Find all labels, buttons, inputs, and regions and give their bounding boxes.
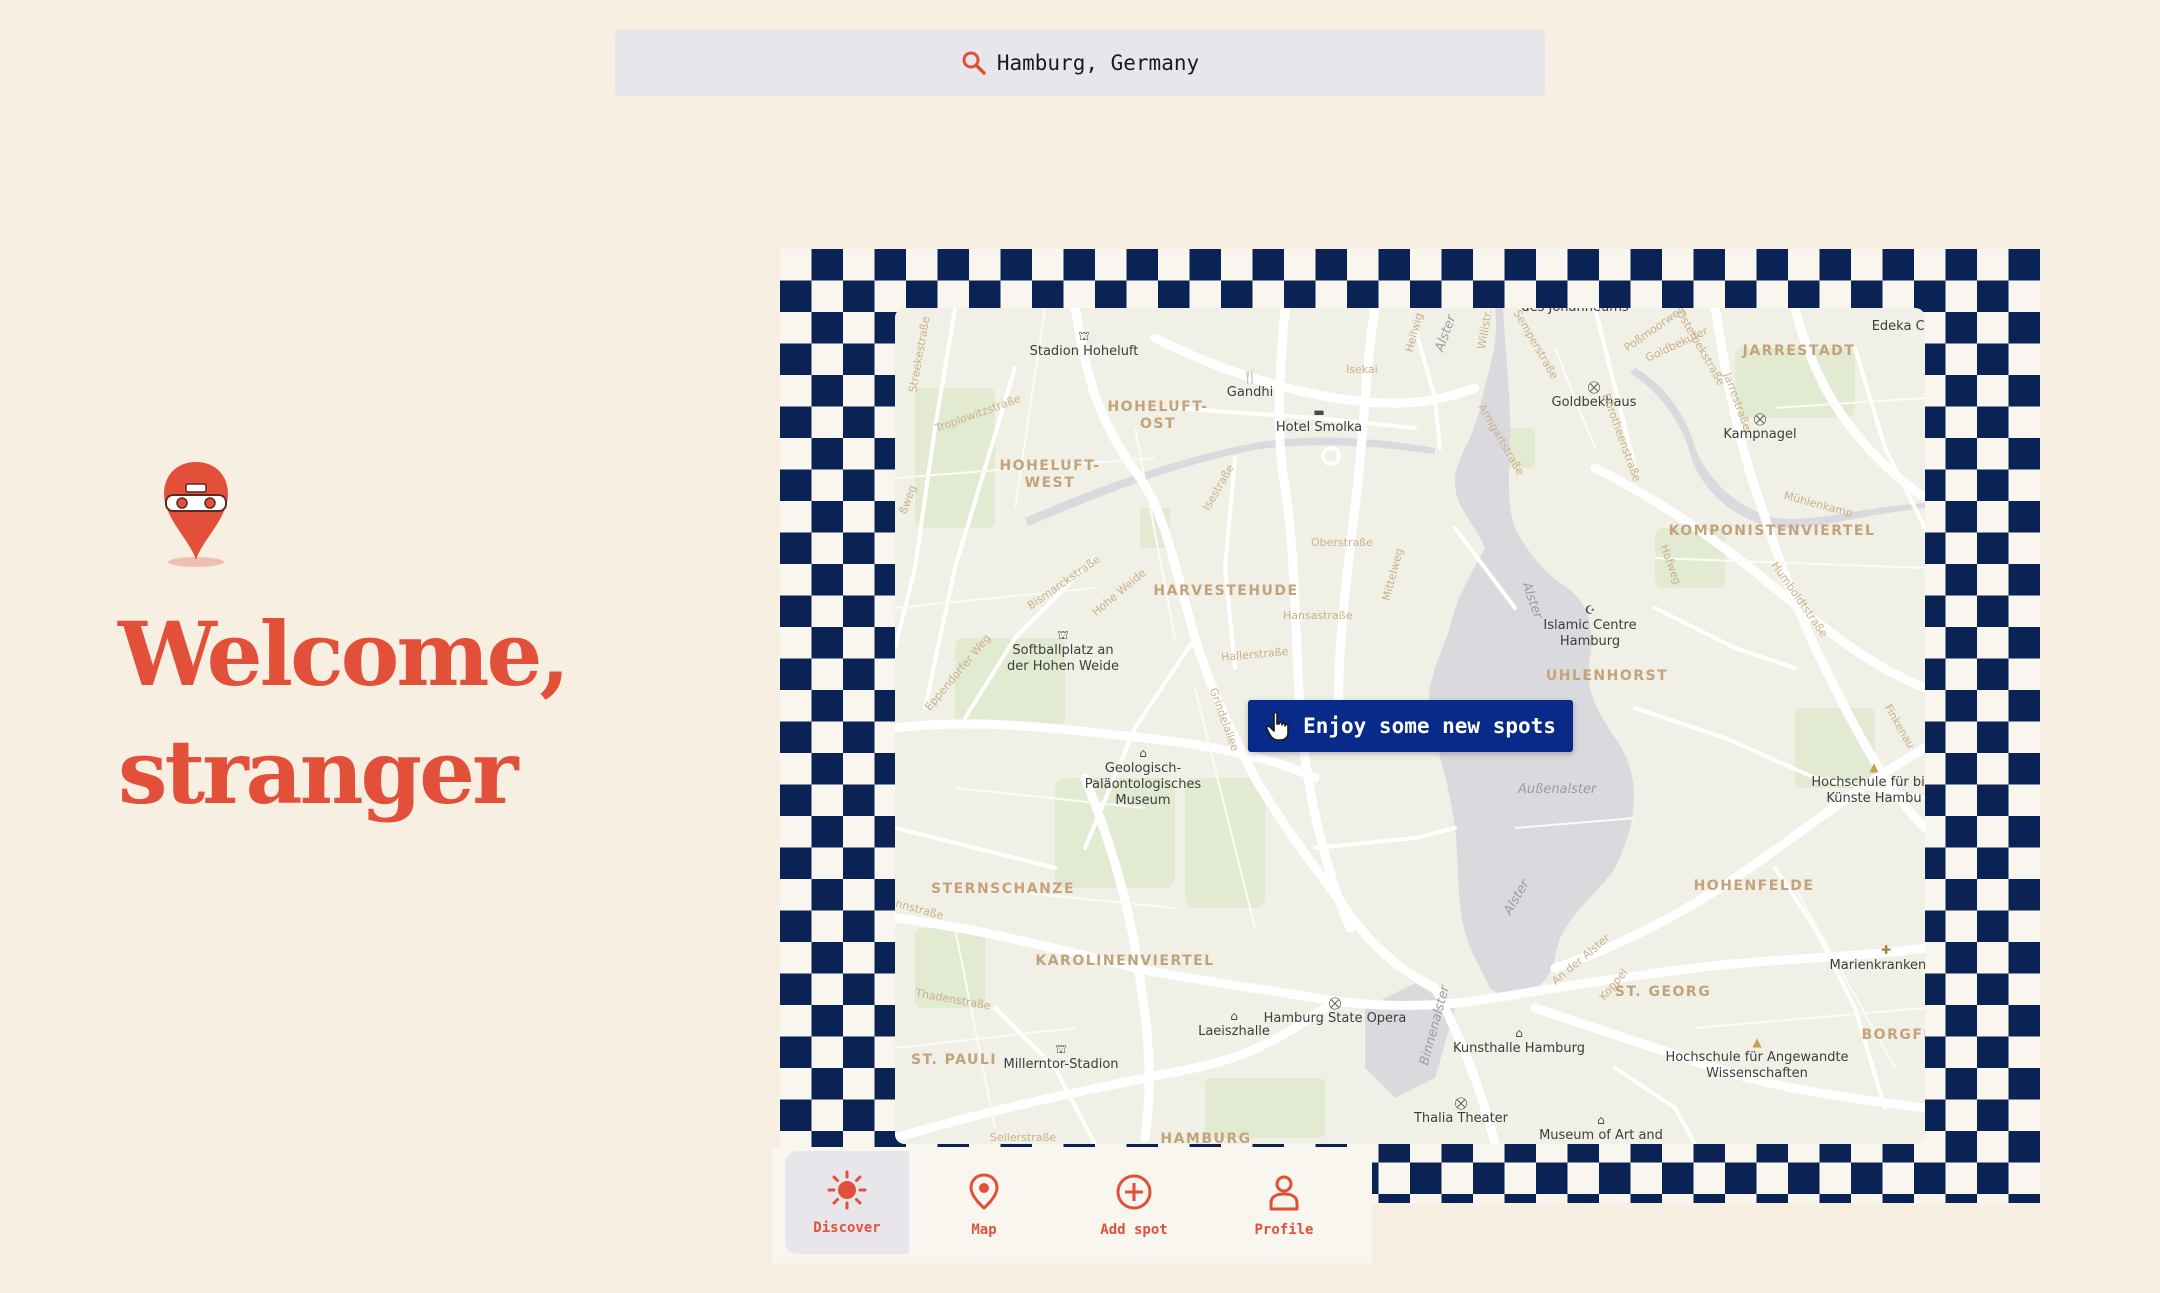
stadium-icon: ⛫ — [1078, 329, 1090, 343]
nav-discover[interactable]: Discover — [785, 1151, 909, 1254]
district-hohenfelde: HOHENFELDE — [1693, 878, 1815, 894]
enjoy-spots-label: Enjoy some new spots — [1303, 714, 1556, 738]
poi-top-cut[interactable]: des Johanneums — [1521, 308, 1628, 316]
poi-stadion-hoheluft[interactable]: ⛫ Stadion Hoheluft — [1030, 328, 1139, 360]
district-uhlenhorst: UHLENHORST — [1545, 668, 1669, 684]
plus-circle-icon — [1116, 1174, 1152, 1210]
map-pin-icon — [969, 1173, 999, 1210]
poi-geologisch[interactable]: ⌂ Geologisch- Paläontologisches Museum — [1085, 745, 1201, 809]
nav-add-spot[interactable]: Add spot — [1059, 1147, 1209, 1263]
poi-thalia[interactable]: ⛒ Thalia Theater — [1414, 1095, 1508, 1127]
water-aussenalster: Außenalster — [1518, 782, 1597, 797]
poi-museum-art[interactable]: ⌂ Museum of Art and — [1539, 1112, 1663, 1144]
theater-icon: ⛒ — [1328, 996, 1342, 1010]
district-karolinenviertel: KAROLINENVIERTEL — [1035, 953, 1215, 969]
nav-map-label: Map — [971, 1222, 997, 1238]
district-borgfelde: BORGFE — [1861, 1027, 1925, 1043]
poi-millerntor[interactable]: ⛫ Millerntor-Stadion — [1003, 1041, 1118, 1073]
welcome-line-2: stranger — [118, 720, 518, 824]
poi-state-opera[interactable]: ⛒ Hamburg State Opera — [1264, 995, 1407, 1027]
district-jarrestadt: JARRESTADT — [1742, 343, 1856, 359]
stadium-icon: ⛫ — [1057, 628, 1069, 642]
mosque-icon: ☪ — [1584, 603, 1596, 617]
theater-icon: ⛒ — [1587, 380, 1601, 394]
school-icon: ▲ — [1869, 760, 1879, 774]
poi-edeka[interactable]: Edeka Cl — [1872, 319, 1925, 335]
district-hoheluft-west: HOHELUFT- WEST — [999, 458, 1101, 491]
poi-kampnagel[interactable]: ⛒ Kampnagel — [1723, 411, 1796, 443]
museum-icon: ⌂ — [1515, 1026, 1523, 1040]
nav-add-spot-label: Add spot — [1100, 1222, 1168, 1238]
app-logo — [160, 460, 232, 572]
search-bar[interactable]: Hamburg, Germany — [615, 30, 1545, 96]
poi-goldbekhaus[interactable]: ⛒ Goldbekhaus — [1552, 379, 1637, 411]
nav-discover-label: Discover — [813, 1219, 881, 1236]
bottom-nav: Discover Map Add spot Profile — [772, 1147, 1372, 1263]
poi-hochschule-angewandte[interactable]: ▲ Hochschule für Angewandte Wissenschafte… — [1665, 1034, 1848, 1082]
hand-pointer-icon — [1266, 711, 1289, 741]
district-hamburg: HAMBURG — [1160, 1131, 1252, 1144]
nav-map[interactable]: Map — [909, 1147, 1059, 1263]
poi-islamic-centre[interactable]: ☪ Islamic Centre Hamburg — [1543, 602, 1636, 650]
enjoy-spots-button[interactable]: Enjoy some new spots — [1248, 700, 1573, 752]
restaurant-icon: 🍴 — [1242, 370, 1258, 384]
sun-icon — [827, 1170, 867, 1209]
hospital-icon: ✚ — [1880, 943, 1892, 957]
district-sternschanze: STERNSCHANZE — [930, 881, 1076, 897]
district-st-pauli: ST. PAULI — [910, 1052, 998, 1068]
nav-profile-label: Profile — [1254, 1222, 1314, 1238]
street-label: Hansastraße — [1283, 609, 1353, 622]
district-st-georg: ST. GEORG — [1614, 984, 1712, 1000]
street-label: Seilerstraße — [990, 1131, 1057, 1144]
nav-profile[interactable]: Profile — [1209, 1147, 1359, 1263]
street-label: Oberstraße — [1311, 536, 1373, 549]
search-input[interactable]: Hamburg, Germany — [997, 51, 1199, 75]
poi-gandhi[interactable]: 🍴 Gandhi — [1227, 369, 1273, 401]
stadium-icon: ⛫ — [1055, 1042, 1067, 1056]
poi-hochschule-bild[interactable]: ▲Hochschule für bild Künste Hambu — [1811, 759, 1925, 807]
street-label: Isekai — [1346, 363, 1378, 376]
poi-marienkrankenhaus[interactable]: ✚Marienkrankenha — [1830, 942, 1925, 974]
poi-hotel-smolka[interactable]: ▬ Hotel Smolka — [1276, 404, 1362, 436]
school-icon: ▲ — [1752, 1035, 1762, 1049]
poi-laeiszhalle[interactable]: ⌂ Laeiszhalle — [1198, 1008, 1270, 1040]
skateboard-pin-icon — [164, 462, 228, 567]
district-komponistenviertel: KOMPONISTENVIERTEL — [1668, 523, 1876, 539]
search-icon — [962, 51, 986, 75]
poi-softballplatz[interactable]: ⛫ Softballplatz an der Hohen Weide — [1007, 627, 1119, 675]
person-icon — [1269, 1175, 1299, 1211]
theater-icon: ⛒ — [1454, 1096, 1468, 1110]
district-hoheluft-ost: HOHELUFT- OST — [1107, 399, 1209, 432]
welcome-heading: Welcome, stranger — [118, 595, 570, 831]
poi-kunsthalle[interactable]: ⌂ Kunsthalle Hamburg — [1453, 1025, 1585, 1057]
music-icon: ⌂ — [1230, 1009, 1238, 1023]
hotel-icon: ▬ — [1313, 405, 1325, 419]
welcome-line-1: Welcome, — [118, 602, 570, 706]
museum-icon: ⌂ — [1139, 746, 1147, 760]
district-harvestehude: HARVESTEHUDE — [1153, 583, 1299, 599]
museum-icon: ⌂ — [1597, 1113, 1605, 1127]
